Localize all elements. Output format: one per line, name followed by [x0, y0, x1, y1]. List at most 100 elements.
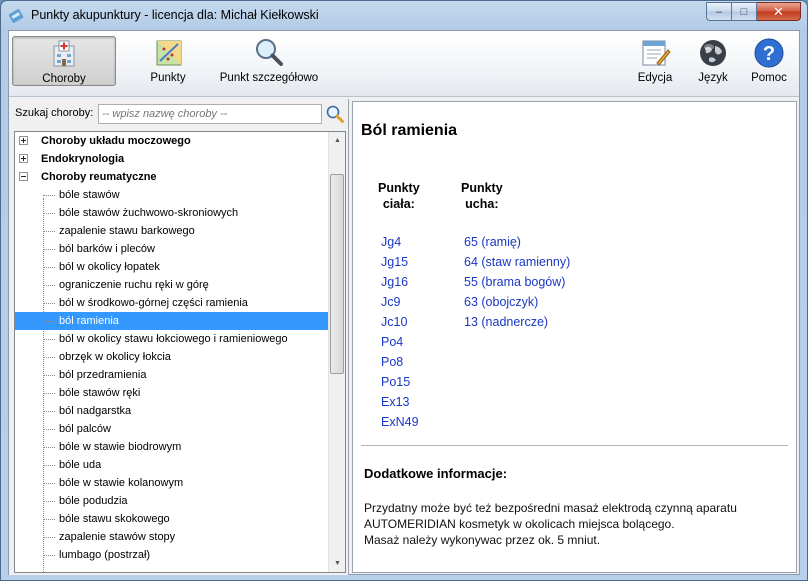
tree-connector — [43, 501, 55, 502]
body-point-link[interactable]: Po4 — [381, 332, 419, 352]
punkty-label: Punkty — [150, 72, 186, 84]
scroll-thumb[interactable] — [330, 174, 344, 374]
body-point-link[interactable]: Po15 — [381, 372, 419, 392]
tree-item-label: ból palców — [59, 423, 111, 435]
ear-point-link[interactable]: 65 (ramię) — [464, 232, 570, 252]
tree-scrollbar[interactable]: ▲ ▼ — [328, 132, 345, 572]
body-point-link[interactable]: ExN49 — [381, 412, 419, 432]
ear-point-link[interactable]: 55 (brama bogów) — [464, 272, 570, 292]
tree-connector — [43, 555, 55, 556]
tree-item[interactable]: bóle stawów ręki — [15, 384, 329, 402]
search-icon[interactable] — [325, 104, 345, 124]
tree-item[interactable]: ból w okolicy łopatek — [15, 258, 329, 276]
tree-item[interactable]: ból palców — [15, 420, 329, 438]
tree-item-label: bóle w stawie kolanowym — [59, 477, 184, 489]
tree-item[interactable]: bóle w stawie kolanowym — [15, 474, 329, 492]
tree-item[interactable]: ból w środkowo-górnej części ramienia — [15, 294, 329, 312]
app-icon — [8, 9, 24, 23]
minimize-button[interactable]: – — [706, 2, 732, 21]
tree-category[interactable]: Endokrynologia — [15, 150, 329, 168]
tree-item[interactable]: bóle podudzia — [15, 492, 329, 510]
tree-item[interactable]: ograniczenie ruchu ręki w górę — [15, 276, 329, 294]
punkt-szczegolowo-button[interactable]: Punkt szczegółowo — [219, 36, 319, 86]
search-label: Szukaj choroby: — [15, 107, 94, 119]
pomoc-button[interactable]: ? Pomoc — [749, 36, 789, 86]
scroll-up-icon[interactable]: ▲ — [329, 132, 345, 149]
jezyk-button[interactable]: Język — [693, 36, 733, 86]
ear-point-link[interactable]: 64 (staw ramienny) — [464, 252, 570, 272]
tree-connector — [43, 483, 55, 484]
tree-item[interactable]: ból nadgarstka — [15, 402, 329, 420]
tree-connector — [43, 303, 55, 304]
tree-connector — [43, 213, 55, 214]
expand-icon[interactable] — [19, 154, 28, 163]
collapse-icon[interactable] — [19, 172, 28, 181]
tree-item[interactable]: bóle w stawie biodrowym — [15, 438, 329, 456]
toolbar: Choroby Punkty Punkt szczegółowo Edycja … — [9, 31, 799, 97]
tree-category[interactable]: Choroby reumatyczne — [15, 168, 329, 186]
tree-connector — [43, 249, 55, 250]
globe-icon — [700, 40, 726, 66]
tree-item-label: ból przedramienia — [59, 369, 147, 381]
tree-item-label: bóle w stawie biodrowym — [59, 441, 182, 453]
tree-item[interactable]: obrzęk w okolicy łokcia — [15, 348, 329, 366]
tree-connector — [43, 465, 55, 466]
tree-item-label: zapalenie stawu barkowego — [59, 225, 195, 237]
tree-connector — [43, 519, 55, 520]
body-point-link[interactable]: Ex13 — [381, 392, 419, 412]
tree-item-label: ból ramienia — [57, 312, 121, 330]
tree-item[interactable]: ból przedramienia — [15, 366, 329, 384]
tree-item-label: obrzęk w okolicy łokcia — [59, 351, 171, 363]
edycja-label: Edycja — [637, 72, 673, 84]
body-points-header-line1: Punkty — [378, 181, 420, 195]
tree-item[interactable]: lumbago (postrzał) — [15, 546, 329, 564]
tree-connector — [43, 195, 55, 196]
tree-item-label: bóle stawów ręki — [59, 387, 141, 399]
detail-title: Ból ramienia — [361, 122, 458, 139]
tree-item[interactable]: bóle uda — [15, 456, 329, 474]
tree-category-label: Choroby układu moczowego — [41, 135, 191, 147]
body-point-link[interactable]: Jc10 — [381, 312, 419, 332]
expand-icon[interactable] — [19, 136, 28, 145]
title-bar[interactable]: Punkty akupunktury - licencja dla: Micha… — [1, 1, 807, 31]
disease-tree[interactable]: Choroby układu moczowego Endokrynologia Ch… — [14, 131, 346, 573]
tree-item-selected[interactable]: ból ramienia — [15, 312, 329, 330]
tree-item[interactable]: zapalenie stawu barkowego — [15, 222, 329, 240]
punkt-szczegolowo-label: Punkt szczegółowo — [219, 72, 319, 84]
edycja-button[interactable]: Edycja — [634, 36, 676, 86]
body-point-link[interactable]: Jg4 — [381, 232, 419, 252]
extra-info-text: Przydatny może być też bezpośredni masaż… — [364, 500, 789, 548]
body-point-link[interactable]: Po8 — [381, 352, 419, 372]
points-map-icon — [156, 40, 182, 66]
svg-text:?: ? — [763, 43, 775, 65]
ear-points-header: Punkty ucha: — [461, 180, 503, 212]
choroby-label: Choroby — [42, 73, 86, 85]
tree-connector — [43, 447, 55, 448]
body-point-link[interactable]: Jg16 — [381, 272, 419, 292]
tree-item-label: bóle stawu skokowego — [59, 513, 170, 525]
tree-item[interactable]: zapalenie stawów stopy — [15, 528, 329, 546]
divider — [361, 445, 788, 446]
close-button[interactable]: ✕ — [757, 2, 801, 21]
maximize-button[interactable]: □ — [732, 2, 757, 21]
tree-connector — [43, 411, 55, 412]
tree-connector — [43, 339, 55, 340]
ear-point-link[interactable]: 63 (obojczyk) — [464, 292, 570, 312]
tree-item[interactable]: bóle stawu skokowego — [15, 510, 329, 528]
ear-point-link[interactable]: 13 (nadnercze) — [464, 312, 570, 332]
tree-item[interactable]: bóle stawów żuchwowo-skroniowych — [15, 204, 329, 222]
tree-item[interactable]: ból w okolicy stawu łokciowego i ramieni… — [15, 330, 329, 348]
tree-category-label: Endokrynologia — [41, 153, 125, 165]
tree-item-label: ból w okolicy stawu łokciowego i ramieni… — [59, 333, 288, 345]
tree-category[interactable]: Choroby układu moczowego — [15, 132, 329, 150]
search-input[interactable] — [98, 104, 322, 124]
tree-item[interactable]: bóle stawów — [15, 186, 329, 204]
punkty-button[interactable]: Punkty — [133, 36, 203, 86]
scroll-down-icon[interactable]: ▼ — [329, 555, 345, 572]
extra-info-title: Dodatkowe informacje: — [364, 466, 508, 481]
choroby-button[interactable]: Choroby — [12, 36, 116, 86]
body-point-link[interactable]: Jg15 — [381, 252, 419, 272]
tree-item[interactable]: ból barków i pleców — [15, 240, 329, 258]
body-point-link[interactable]: Jc9 — [381, 292, 419, 312]
tree-connector — [43, 231, 55, 232]
